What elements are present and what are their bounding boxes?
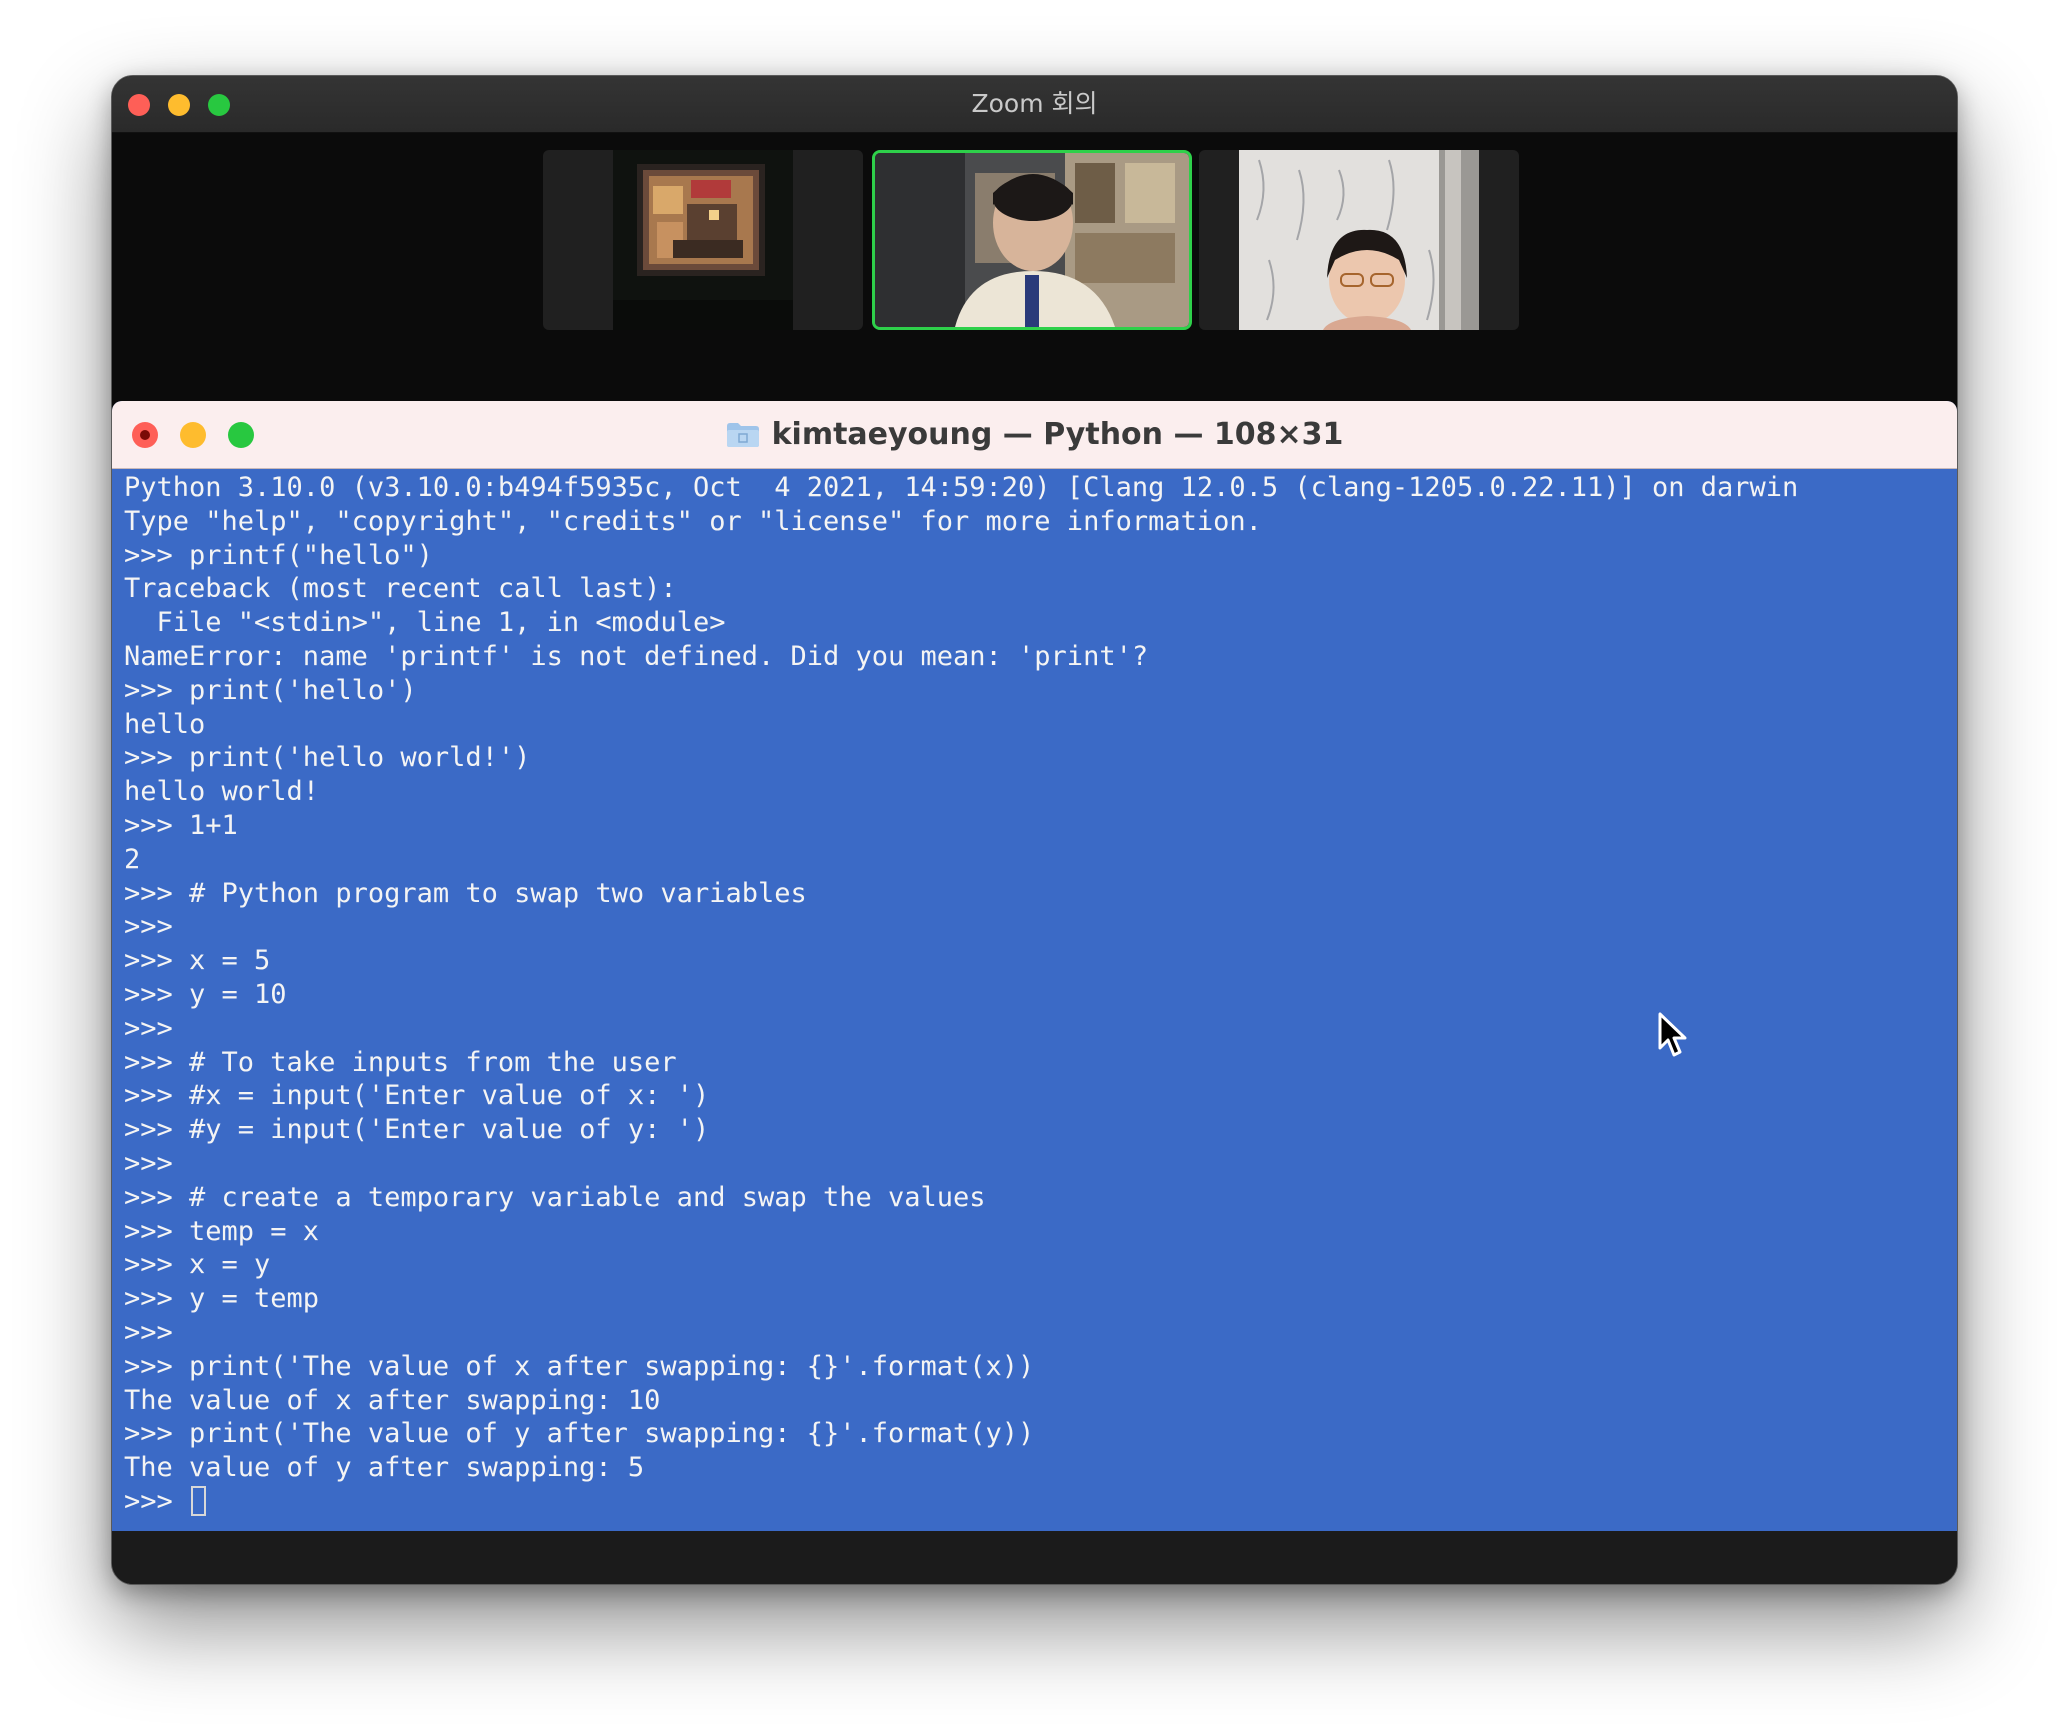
terminal-line: >>> print('hello world!') xyxy=(124,742,531,774)
terminal-title-text: kimtaeyoung — Python — 108×31 xyxy=(771,417,1344,452)
terminal-line: >>> xyxy=(124,1147,173,1179)
terminal-output[interactable]: Python 3.10.0 (v3.10.0:b494f5935c, Oct 4… xyxy=(124,471,1937,1519)
terminal-line: >>> y = temp xyxy=(124,1283,320,1315)
terminal-line: >>> #y = input('Enter value of y: ') xyxy=(124,1114,710,1146)
terminal-line: >>> xyxy=(124,911,173,943)
terminal-line: >>> print('The value of y after swapping… xyxy=(124,1418,1035,1450)
participant-video-1[interactable] xyxy=(543,150,863,330)
terminal-line: 2 xyxy=(124,843,141,875)
mouse-pointer-icon xyxy=(1657,1011,1691,1064)
terminal-line: The value of y after swapping: 5 xyxy=(124,1452,645,1484)
zoom-window-title: Zoom 회의 xyxy=(971,89,1098,118)
folder-icon xyxy=(726,405,760,447)
video-frame-2 xyxy=(875,153,1189,327)
text-cursor xyxy=(191,1485,207,1516)
terminal-prompt-line[interactable]: >>> xyxy=(124,1485,1937,1519)
terminal-line: >>> temp = x xyxy=(124,1215,320,1247)
terminal-line: >>> y = 10 xyxy=(124,978,287,1010)
zoom-bottom-bar xyxy=(112,1531,1957,1584)
terminal-line: >>> print('The value of x after swapping… xyxy=(124,1350,1035,1382)
terminal-line: hello xyxy=(124,708,206,740)
terminal-line: >>> # Python program to swap two variabl… xyxy=(124,877,807,909)
terminal-line: >>> #x = input('Enter value of x: ') xyxy=(124,1080,710,1112)
terminal-prompt: >>> xyxy=(124,1485,190,1517)
video-frame-3 xyxy=(1239,150,1479,330)
terminal-line: >>> printf("hello") xyxy=(124,539,433,571)
video-frame-1 xyxy=(613,150,793,330)
terminal-title: kimtaeyoung — Python — 108×31 xyxy=(112,401,1957,468)
terminal-line: The value of x after swapping: 10 xyxy=(124,1384,661,1416)
terminal-line: NameError: name 'printf' is not defined.… xyxy=(124,640,1149,672)
terminal-line: Type "help", "copyright", "credits" or "… xyxy=(124,505,1262,537)
terminal-line: >>> print('hello') xyxy=(124,674,417,706)
terminal-line: >>> # create a temporary variable and sw… xyxy=(124,1181,986,1213)
terminal-line: File "<stdin>", line 1, in <module> xyxy=(124,607,726,639)
terminal-line: hello world! xyxy=(124,776,320,808)
zoom-window: Zoom 회의 kimtaeyoung — Python — 108×31 Py… xyxy=(111,75,1958,1585)
terminal-line: >>> xyxy=(124,1316,173,1348)
terminal-line: >>> 1+1 xyxy=(124,809,238,841)
terminal-line: Traceback (most recent call last): xyxy=(124,573,677,605)
zoom-titlebar: Zoom 회의 xyxy=(112,76,1957,133)
participant-video-2[interactable] xyxy=(872,150,1192,330)
terminal-window[interactable]: kimtaeyoung — Python — 108×31 Python 3.1… xyxy=(112,401,1957,1531)
participant-video-3[interactable] xyxy=(1199,150,1519,330)
terminal-line: >>> x = y xyxy=(124,1249,271,1281)
terminal-line: >>> x = 5 xyxy=(124,945,271,977)
terminal-line: Python 3.10.0 (v3.10.0:b494f5935c, Oct 4… xyxy=(124,472,1799,503)
terminal-titlebar: kimtaeyoung — Python — 108×31 xyxy=(112,401,1957,469)
